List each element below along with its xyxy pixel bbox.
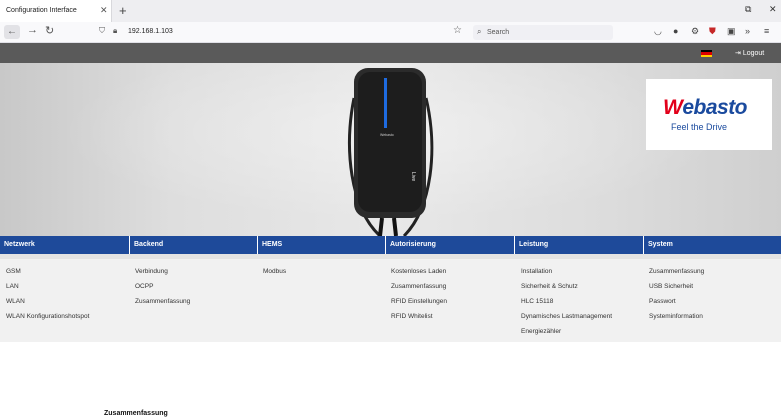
menu-column-backend: Verbindung OCPP Zusammenfassung	[135, 268, 190, 313]
logout-link[interactable]: ⇥ Logout	[735, 49, 764, 57]
site-top-bar	[0, 43, 781, 63]
menu-column-netzwerk: GSM LAN WLAN WLAN Konfigurationshotspot	[6, 268, 89, 328]
url-text[interactable]: 192.168.1.103	[128, 28, 173, 35]
menu-item-kostenloses-laden[interactable]: Kostenloses Laden	[391, 268, 447, 283]
account-icon[interactable]: ●	[673, 26, 678, 36]
menu-heading-leistung[interactable]: Leistung	[514, 236, 643, 254]
main-menu-bar: Netzwerk Backend HEMS Autorisierung Leis…	[0, 236, 781, 254]
menu-item-sicherheit-schutz[interactable]: Sicherheit & Schutz	[521, 283, 612, 298]
menu-item-backend-zusammenfassung[interactable]: Zusammenfassung	[135, 298, 190, 313]
menu-item-lastmanagement[interactable]: Dynamisches Lastmanagement	[521, 313, 612, 328]
menu-item-passwort[interactable]: Passwort	[649, 298, 704, 313]
menu-item-wlan[interactable]: WLAN	[6, 298, 89, 313]
search-placeholder: Search	[487, 29, 510, 36]
browser-tab-bar: Configuration Interface ✕ + ⧉ ✕	[0, 0, 781, 22]
menu-item-gsm[interactable]: GSM	[6, 268, 89, 283]
back-button[interactable]: ←	[4, 25, 20, 39]
menu-heading-system[interactable]: System	[643, 236, 781, 254]
charger-device-label: Live	[410, 172, 416, 181]
wallbox-charger-image: Webasto Live	[348, 68, 434, 236]
logo-wordmark: Webasto	[663, 96, 748, 119]
shield-icon[interactable]: ⛉	[99, 26, 105, 36]
lock-icon[interactable]: 🔒︎	[113, 26, 117, 36]
menu-item-hlc-15118[interactable]: HLC 15118	[521, 298, 612, 313]
reload-button[interactable]: ↻	[45, 24, 54, 37]
menu-item-verbindung[interactable]: Verbindung	[135, 268, 190, 283]
page-title: Zusammenfassung	[104, 410, 168, 417]
search-icon: ⌕	[477, 27, 482, 36]
menu-item-usb-sicherheit[interactable]: USB Sicherheit	[649, 283, 704, 298]
hamburger-menu-icon[interactable]: ≡	[764, 26, 769, 36]
ublock-icon[interactable]: ⛊	[709, 26, 716, 37]
menu-column-system: Zusammenfassung USB Sicherheit Passwort …	[649, 268, 704, 328]
menu-item-systeminformation[interactable]: Systeminformation	[649, 313, 704, 328]
menu-panel-separator	[0, 254, 781, 259]
menu-item-rfid-whitelist[interactable]: RFID Whitelist	[391, 313, 447, 328]
menu-heading-backend[interactable]: Backend	[129, 236, 257, 254]
extension-gear-icon[interactable]: ⚙	[691, 26, 699, 37]
close-window-icon[interactable]: ✕	[769, 4, 777, 15]
menu-item-modbus[interactable]: Modbus	[263, 268, 286, 283]
search-input[interactable]: ⌕ Search	[473, 25, 613, 40]
charger-brand-mark: Webasto	[380, 133, 394, 137]
menu-heading-autorisierung[interactable]: Autorisierung	[385, 236, 514, 254]
new-tab-button[interactable]: +	[119, 3, 127, 18]
webasto-logo: Webasto Feel the Drive	[646, 79, 772, 150]
menu-item-lan[interactable]: LAN	[6, 283, 89, 298]
close-tab-icon[interactable]: ✕	[100, 5, 108, 16]
menu-item-installation[interactable]: Installation	[521, 268, 612, 283]
menu-item-auth-zusammenfassung[interactable]: Zusammenfassung	[391, 283, 447, 298]
pocket-icon[interactable]: ◡	[654, 26, 662, 37]
menu-column-hems: Modbus	[263, 268, 286, 283]
menu-heading-netzwerk[interactable]: Netzwerk	[0, 236, 128, 254]
browser-tab[interactable]: Configuration Interface ✕	[0, 0, 112, 22]
menu-item-rfid-einstellungen[interactable]: RFID Einstellungen	[391, 298, 447, 313]
extension-icon[interactable]: ▣	[727, 26, 736, 37]
menu-heading-hems[interactable]: HEMS	[257, 236, 385, 254]
menu-item-system-zusammenfassung[interactable]: Zusammenfassung	[649, 268, 704, 283]
logout-label: Logout	[742, 50, 765, 57]
forward-button[interactable]: →	[27, 24, 38, 36]
restore-window-icon[interactable]: ⧉	[745, 4, 751, 15]
logo-tagline: Feel the Drive	[671, 122, 728, 132]
overflow-menu-icon[interactable]: »	[745, 26, 750, 36]
language-flag-icon[interactable]	[701, 50, 712, 57]
menu-column-leistung: Installation Sicherheit & Schutz HLC 151…	[521, 268, 612, 343]
menu-column-autorisierung: Kostenloses Laden Zusammenfassung RFID E…	[391, 268, 447, 328]
menu-item-ocpp[interactable]: OCPP	[135, 283, 190, 298]
menu-item-energiezaehler[interactable]: Energiezähler	[521, 328, 612, 343]
tab-title: Configuration Interface	[6, 7, 77, 14]
address-bar[interactable]: ⛉ 🔒︎ 192.168.1.103 ☆	[91, 24, 469, 40]
browser-toolbar: ← → ↻ ⛉ 🔒︎ 192.168.1.103 ☆ ⌕ Search ◡ ● …	[0, 22, 781, 43]
logout-icon: ⇥	[735, 50, 741, 57]
bookmark-star-icon[interactable]: ☆	[453, 25, 462, 36]
menu-item-wlan-hotspot[interactable]: WLAN Konfigurationshotspot	[6, 313, 89, 328]
